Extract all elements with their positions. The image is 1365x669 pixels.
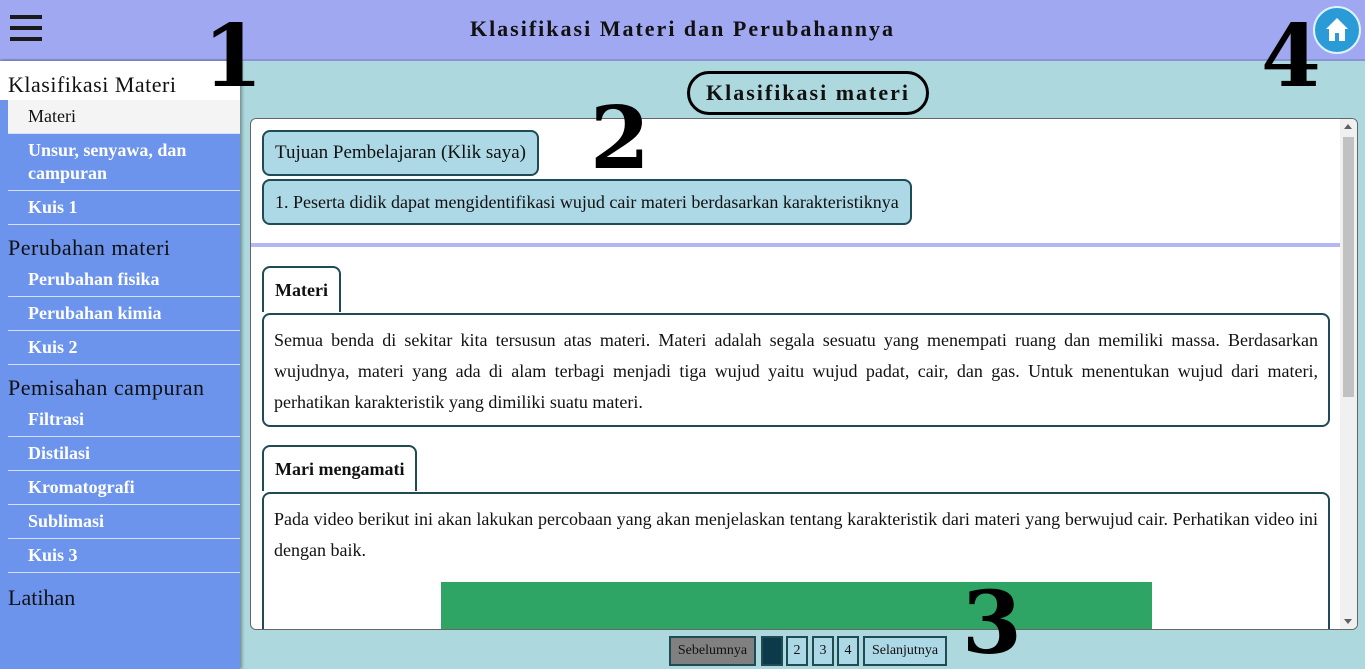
scrollbar[interactable] xyxy=(1340,119,1357,629)
content-panel: Tujuan Pembelajaran (Klik saya) 1. Peser… xyxy=(250,118,1358,630)
sidebar-item-kuis-3[interactable]: Kuis 3 xyxy=(8,539,240,573)
tujuan-pembelajaran-button[interactable]: Tujuan Pembelajaran (Klik saya) xyxy=(262,130,539,176)
page-button-2[interactable]: 2 xyxy=(786,636,808,666)
page-button-1[interactable]: 1 xyxy=(761,636,783,666)
prev-page-button[interactable]: Sebelumnya xyxy=(669,636,756,666)
card-title-materi: Materi xyxy=(262,266,341,312)
video-player[interactable] xyxy=(441,582,1152,629)
sidebar-item-kuis-1[interactable]: Kuis 1 xyxy=(8,191,240,225)
sidebar-item-distilasi[interactable]: Distilasi xyxy=(8,437,240,471)
sidebar-item-perubahan-fisika[interactable]: Perubahan fisika xyxy=(8,263,240,297)
section-title: Klasifikasi materi xyxy=(687,71,929,115)
scroll-down-arrow-icon[interactable] xyxy=(1344,619,1352,624)
scroll-up-arrow-icon[interactable] xyxy=(1344,124,1352,129)
annotation-number-2: 2 xyxy=(590,88,650,189)
tujuan-pembelajaran-item: 1. Peserta didik dapat mengidentifikasi … xyxy=(262,179,912,225)
sidebar-item-kuis-2[interactable]: Kuis 2 xyxy=(8,331,240,365)
divider xyxy=(251,243,1341,247)
annotation-number-4: 4 xyxy=(1261,6,1321,107)
card-text-mari-mengamati: Pada video berikut ini akan lakukan perc… xyxy=(274,509,1318,560)
sidebar-item-filtrasi[interactable]: Filtrasi xyxy=(8,403,240,437)
scroll-thumb[interactable] xyxy=(1343,137,1354,397)
sidebar-item-unsur[interactable]: Unsur, senyawa, dan campuran xyxy=(8,134,240,191)
sidebar-nav: Klasifikasi Materi Materi Unsur, senyawa… xyxy=(0,61,240,669)
page-button-3[interactable]: 3 xyxy=(812,636,834,666)
sidebar-item-sublimasi[interactable]: Sublimasi xyxy=(8,505,240,539)
sidebar-item-kromatografi[interactable]: Kromatografi xyxy=(8,471,240,505)
annotation-number-1: 1 xyxy=(203,6,263,107)
card-body-materi: Semua benda di sekitar kita tersusun ata… xyxy=(262,313,1330,427)
annotation-number-3: 3 xyxy=(962,573,1022,669)
next-page-button[interactable]: Selanjutnya xyxy=(863,636,947,666)
card-title-mari-mengamati: Mari mengamati xyxy=(262,445,418,491)
sidebar-item-latihan[interactable]: Latihan xyxy=(0,573,240,611)
sidebar-section-perubahan[interactable]: Perubahan materi xyxy=(0,225,240,263)
sidebar-section-pemisahan[interactable]: Pemisahan campuran xyxy=(0,365,240,403)
page-button-4[interactable]: 4 xyxy=(837,636,859,666)
sidebar-item-perubahan-kimia[interactable]: Perubahan kimia xyxy=(8,297,240,331)
